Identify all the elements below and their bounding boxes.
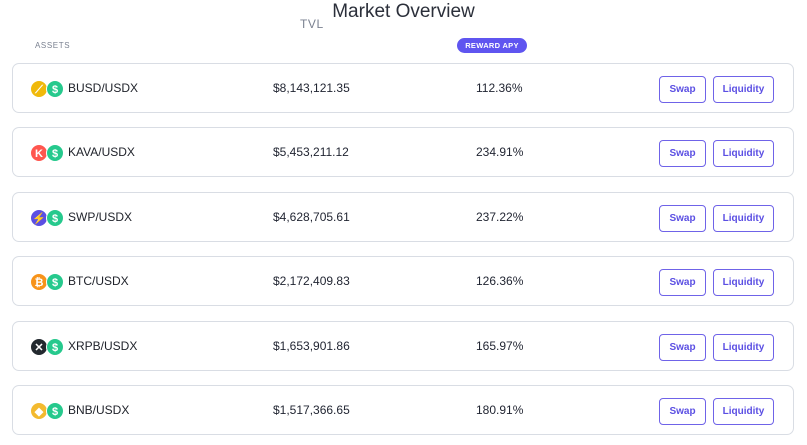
apy-value: 234.91% [476, 145, 524, 159]
swap-button[interactable]: Swap [659, 76, 706, 103]
pair-name: SWP/USDX [68, 210, 133, 224]
pair-name: XRPB/USDX [68, 339, 138, 353]
swap-button[interactable]: Swap [659, 398, 706, 425]
pair-name: BUSD/USDX [68, 81, 139, 95]
pair-icons: ⚡ $ [30, 209, 66, 227]
market-row: ✕ $ XRPB/USDX $1,653,901.86 165.97% Swap… [12, 321, 794, 371]
market-row: K $ KAVA/USDX $5,453,211.12 234.91% Swap… [12, 127, 794, 177]
swap-button[interactable]: Swap [659, 269, 706, 296]
apy-value: 180.91% [476, 403, 524, 417]
tvl-value: $8,143,121.35 [273, 81, 350, 95]
liquidity-button[interactable]: Liquidity [713, 205, 774, 232]
tvl-value: $5,453,211.12 [273, 145, 349, 159]
column-header-assets: ASSETS [35, 41, 71, 50]
liquidity-button[interactable]: Liquidity [713, 269, 774, 296]
usdx-icon: $ [46, 338, 64, 356]
tvl-value: $4,628,705.61 [273, 210, 350, 224]
pair-icons: ⟋ $ [30, 80, 66, 98]
swap-button[interactable]: Swap [659, 334, 706, 361]
swap-button[interactable]: Swap [659, 140, 706, 167]
pair-icons: ✕ $ [30, 338, 66, 356]
usdx-icon: $ [46, 209, 64, 227]
column-header-reward-apy[interactable]: REWARD APY [457, 38, 527, 53]
pair-icons: ◆ $ [30, 402, 66, 420]
liquidity-button[interactable]: Liquidity [713, 140, 774, 167]
column-header-tvl: TVL [300, 17, 324, 31]
page-title: Market Overview [332, 1, 475, 22]
usdx-icon: $ [46, 144, 64, 162]
liquidity-button[interactable]: Liquidity [713, 334, 774, 361]
swap-button[interactable]: Swap [659, 205, 706, 232]
pair-name: BNB/USDX [68, 403, 130, 417]
apy-value: 112.36% [476, 81, 523, 95]
tvl-value: $1,653,901.86 [273, 339, 350, 353]
usdx-icon: $ [46, 402, 64, 420]
pair-icons: ₿ $ [30, 273, 66, 291]
market-row: ₿ $ BTC/USDX $2,172,409.83 126.36% Swap … [12, 256, 794, 306]
pair-name: KAVA/USDX [68, 145, 135, 159]
liquidity-button[interactable]: Liquidity [713, 398, 774, 425]
market-row: ⚡ $ SWP/USDX $4,628,705.61 237.22% Swap … [12, 192, 794, 242]
usdx-icon: $ [46, 273, 64, 291]
usdx-icon: $ [46, 80, 64, 98]
market-row: ⟋ $ BUSD/USDX $8,143,121.35 112.36% Swap… [12, 63, 794, 113]
apy-value: 165.97% [476, 339, 524, 353]
apy-value: 237.22% [476, 210, 524, 224]
apy-value: 126.36% [476, 274, 524, 288]
pair-name: BTC/USDX [68, 274, 129, 288]
pair-icons: K $ [30, 144, 66, 162]
tvl-value: $1,517,366.65 [273, 403, 350, 417]
liquidity-button[interactable]: Liquidity [713, 76, 774, 103]
tvl-value: $2,172,409.83 [273, 274, 350, 288]
market-row: ◆ $ BNB/USDX $1,517,366.65 180.91% Swap … [12, 385, 794, 435]
